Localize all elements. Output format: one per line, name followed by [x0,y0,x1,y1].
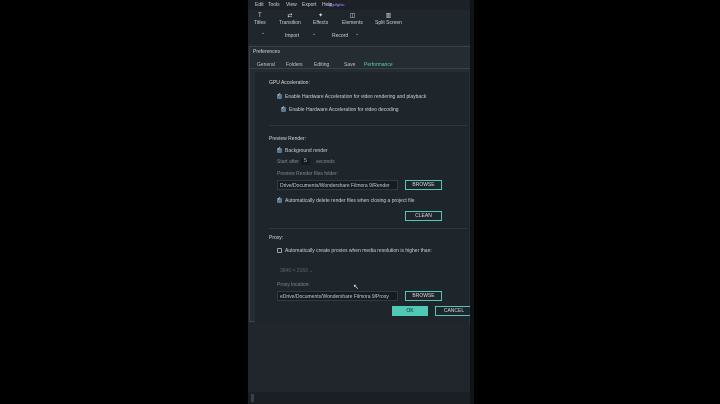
gpu-decode-label: Enable Hardware Acceleration for video d… [289,107,399,113]
elements-icon: ◫ [349,13,356,19]
timeline-strip [248,392,474,404]
proxy-heading: Proxy: [269,235,284,241]
tab-editing[interactable]: Editing [314,62,329,68]
divider [269,125,467,126]
divider [269,228,467,229]
tool-transition[interactable]: ⇄ Transition [279,13,301,26]
overlay-badge: dfgdfgfdc [328,2,345,7]
proxy-location-label: Proxy location: [277,282,310,288]
proxy-location-path[interactable]: eDrive/Documents/Wondershare Filmora 9/P… [277,291,398,301]
menu-edit[interactable]: Edit [255,2,264,8]
tool-label: Split Screen [375,20,402,26]
preferences-tabs: General Folders Editing Save Performance [250,58,473,69]
performance-panel: GPU Acceleration: Enable Hardware Accele… [255,72,469,323]
toolbar: T Titles ⇄ Transition ✦ Effects ◫ Elemen… [248,10,474,44]
tool-label: Transition [279,20,301,26]
mouse-cursor-icon: ↖ [353,284,359,291]
menu-tools[interactable]: Tools [268,2,280,8]
gpu-heading: GPU Acceleration: [269,80,310,86]
record-button[interactable]: Record [332,33,348,39]
tab-folders[interactable]: Folders [286,62,303,68]
auto-delete-label: Automatically delete render files when c… [285,198,415,204]
dialog-title: Preferences [253,49,280,55]
preview-heading: Preview Render: [269,136,306,142]
gpu-render-checkbox[interactable] [277,92,282,99]
render-folder-path[interactable]: Drive/Documents/Wondershare Filmora 9/Re… [277,180,398,190]
clean-button[interactable]: CLEAN [405,211,442,221]
chevron-down-icon[interactable]: ⌄ [355,31,359,37]
auto-proxy-label: Automatically create proxies when media … [285,248,432,254]
render-browse-button[interactable]: BROWSE [405,180,442,190]
background-render-label: Background render [285,148,328,154]
auto-proxy-checkbox[interactable] [277,248,282,253]
gpu-render-label: Enable Hardware Acceleration for video r… [285,94,427,100]
proxy-resolution-select[interactable]: 3840 × 2160 [280,268,308,274]
import-button[interactable]: Import [285,33,299,39]
tool-split-screen[interactable]: ▥ Split Screen [375,13,402,26]
preferences-dialog: Preferences General Folders Editing Save… [249,46,474,323]
effects-icon: ✦ [318,13,324,19]
tool-label: Elements [342,20,363,26]
cancel-button[interactable]: CANCEL [435,306,473,316]
menu-bar: Edit Tools View Export Help dfgdfgfdc [248,0,474,10]
start-after-input[interactable]: 5 [301,158,310,165]
menu-view[interactable]: View [286,2,297,8]
tool-label: Effects [313,20,329,26]
tab-save[interactable]: Save [344,62,355,68]
chevron-down-icon: ⌄ [309,268,314,274]
chevron-down-icon[interactable]: ⌄ [312,31,316,37]
timeline-area [248,323,474,404]
menu-export[interactable]: Export [302,2,316,8]
gpu-decode-checkbox[interactable] [281,105,286,112]
tool-label: Titles [254,20,266,26]
chevron-down-icon[interactable]: ⌄ [261,30,265,36]
scrollbar[interactable] [470,0,474,404]
render-folder-label: Preview Render files folder: [277,171,339,177]
tool-titles[interactable]: T Titles [254,13,266,26]
proxy-browse-button[interactable]: BROWSE [405,291,442,301]
start-after-label: Start after [277,159,299,165]
timeline-marker [251,394,254,402]
filmora-window: Edit Tools View Export Help dfgdfgfdc T … [248,0,474,404]
tab-general[interactable]: General [257,62,275,68]
transition-icon: ⇄ [287,13,293,19]
tool-effects[interactable]: ✦ Effects [313,13,328,26]
ok-button[interactable]: OK [392,306,428,316]
auto-delete-checkbox[interactable] [277,196,282,203]
background-render-checkbox[interactable] [277,146,282,153]
split-screen-icon: ▥ [385,13,392,19]
seconds-label: seconds [316,159,335,165]
tool-elements[interactable]: ◫ Elements [342,13,363,26]
titles-icon: T [258,13,262,19]
tab-performance[interactable]: Performance [364,62,393,68]
